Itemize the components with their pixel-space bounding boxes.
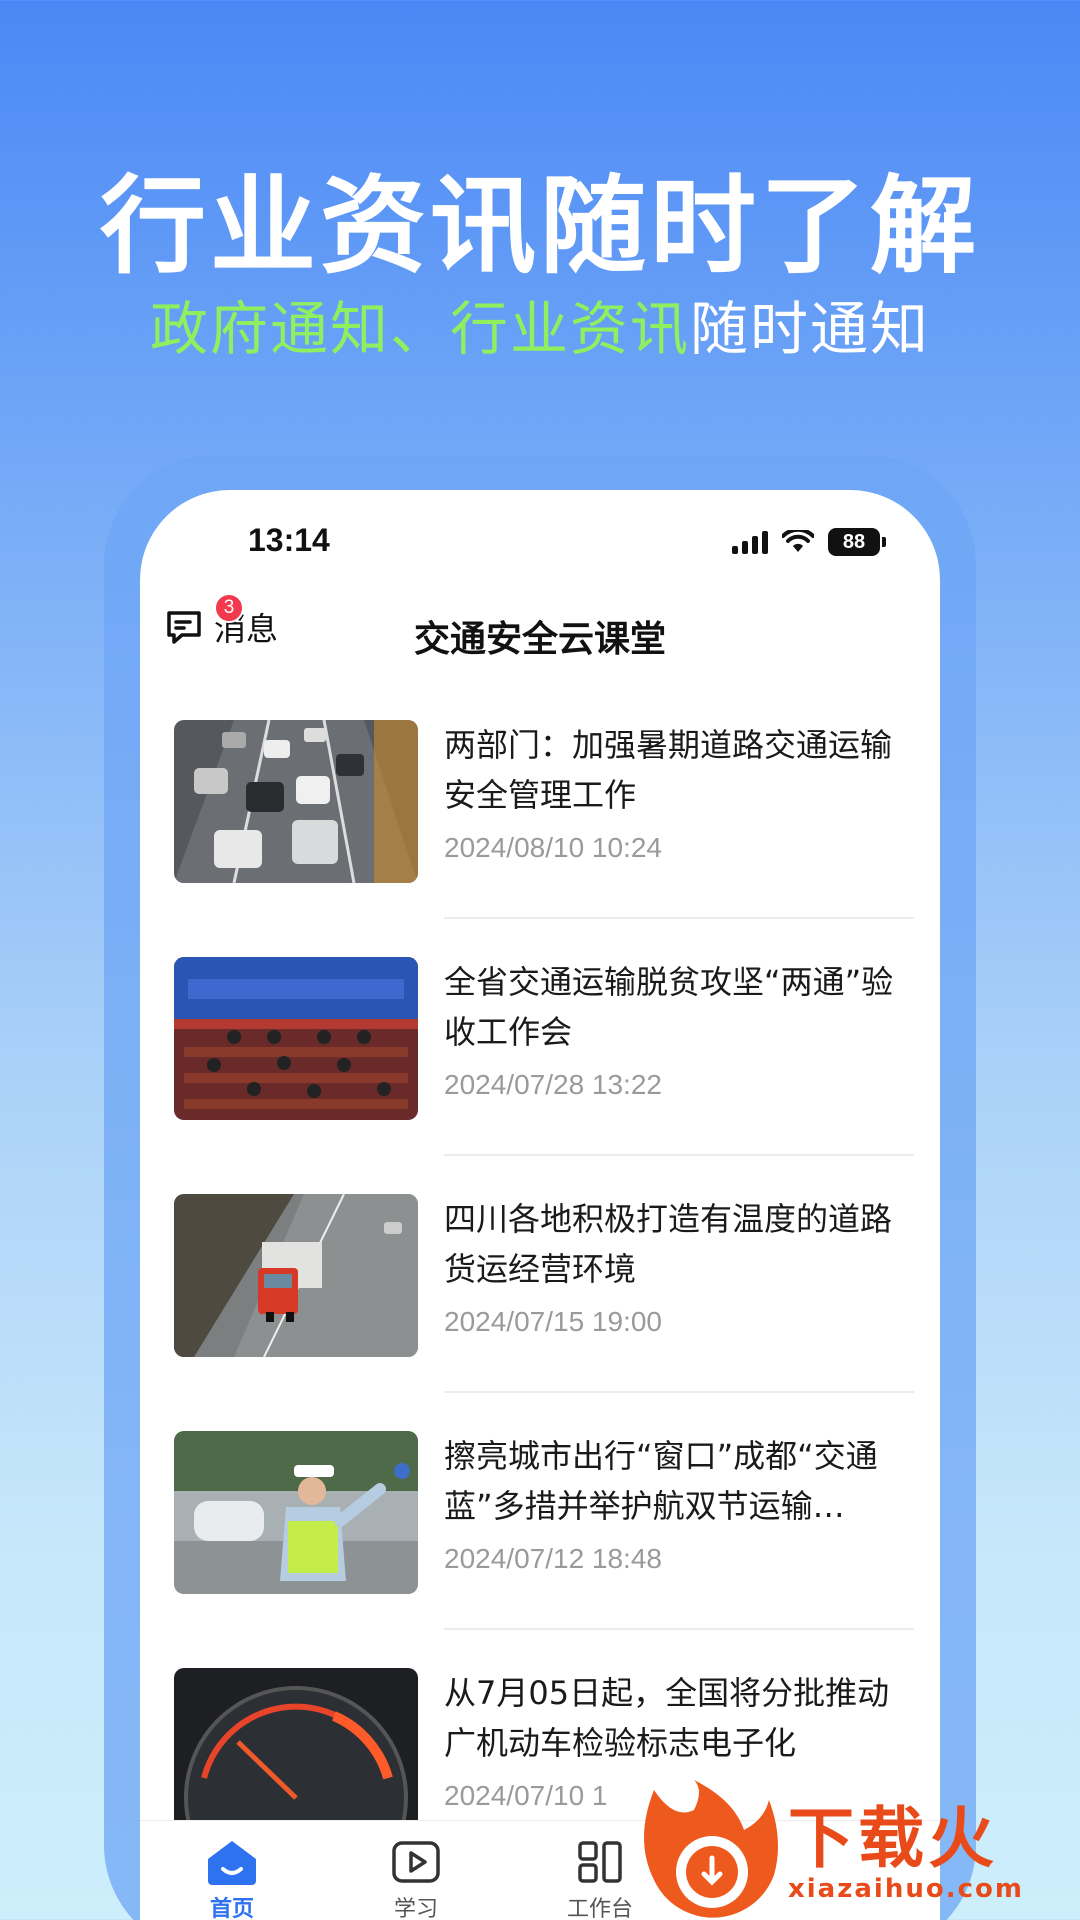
news-thumbnail [174, 1668, 418, 1831]
news-item[interactable]: 四川各地积极打造有温度的道路货运经营环境 2024/07/15 19:00 [174, 1194, 914, 1431]
news-date: 2024/07/15 19:00 [444, 1306, 662, 1337]
wifi-icon [782, 530, 814, 552]
divider [444, 1391, 914, 1393]
divider [444, 917, 914, 919]
news-title: 全省交通运输脱贫攻坚“两通”验收工作会 [444, 963, 894, 1051]
news-title: 擦亮城市出行“窗口”成都“交通蓝”多措并举护航双节运输… [444, 1437, 878, 1525]
signal-icon [732, 530, 768, 554]
news-item[interactable]: 全省交通运输脱贫攻坚“两通”验收工作会 2024/07/28 13:22 [174, 957, 914, 1194]
divider [444, 1154, 914, 1156]
news-date: 2024/07/28 13:22 [444, 1069, 662, 1100]
top-bar: 3 消息 交通安全云课堂 [140, 580, 940, 660]
tab-study-label: 学习 [393, 1897, 438, 1920]
tab-study[interactable]: 学习 [324, 1821, 508, 1920]
news-title: 四川各地积极打造有温度的道路货运经营环境 [444, 1200, 893, 1288]
status-time: 13:14 [248, 522, 330, 558]
watermark-url: xiazaihuo.com [788, 1874, 1024, 1904]
hero-subtitle-white: 随时通知 [690, 295, 931, 363]
hero-title: 行业资讯随时了解 [100, 165, 980, 288]
flame-logo-icon [644, 1780, 778, 1918]
hero-subtitle: 政府通知、行业资讯随时通知 [0, 282, 1080, 366]
phone-screen: 13:14 88 3 消息 交通安全云课堂 两部门：加强暑期道路交通运输安全管理… [140, 490, 940, 1920]
news-thumbnail [174, 1194, 418, 1357]
grid-icon [578, 1841, 622, 1883]
page-title: 交通安全云课堂 [413, 619, 666, 660]
news-item[interactable]: 擦亮城市出行“窗口”成都“交通蓝”多措并举护航双节运输… 2024/07/12 … [174, 1431, 914, 1668]
news-list: 两部门：加强暑期道路交通运输安全管理工作 2024/08/10 10:24 全省… [174, 720, 914, 1905]
news-thumbnail [174, 957, 418, 1120]
news-date: 2024/07/12 18:48 [444, 1543, 662, 1574]
news-thumbnail [174, 720, 418, 883]
watermark-brand: 下载火 [788, 1800, 998, 1877]
battery-icon: 88 [828, 528, 886, 556]
watermark: 下载火 xiazaihuo.com [634, 1780, 1080, 1920]
divider [444, 1628, 914, 1630]
tab-home-label: 首页 [209, 1897, 254, 1920]
tab-home[interactable]: 首页 [140, 1821, 324, 1920]
news-item[interactable]: 两部门：加强暑期道路交通运输安全管理工作 2024/08/10 10:24 [174, 720, 914, 957]
status-icons: 88 [732, 528, 886, 556]
news-date: 2024/08/10 10:24 [444, 832, 662, 863]
news-thumbnail [174, 1431, 418, 1594]
hero-subtitle-green: 政府通知、行业资讯 [149, 295, 690, 363]
home-icon [208, 1841, 256, 1885]
tab-workbench-label: 工作台 [566, 1897, 633, 1920]
play-icon [392, 1841, 440, 1883]
news-title: 从7月05日起，全国将分批推动广机动车检验标志电子化 [444, 1674, 890, 1762]
news-title: 两部门：加强暑期道路交通运输安全管理工作 [444, 726, 893, 814]
